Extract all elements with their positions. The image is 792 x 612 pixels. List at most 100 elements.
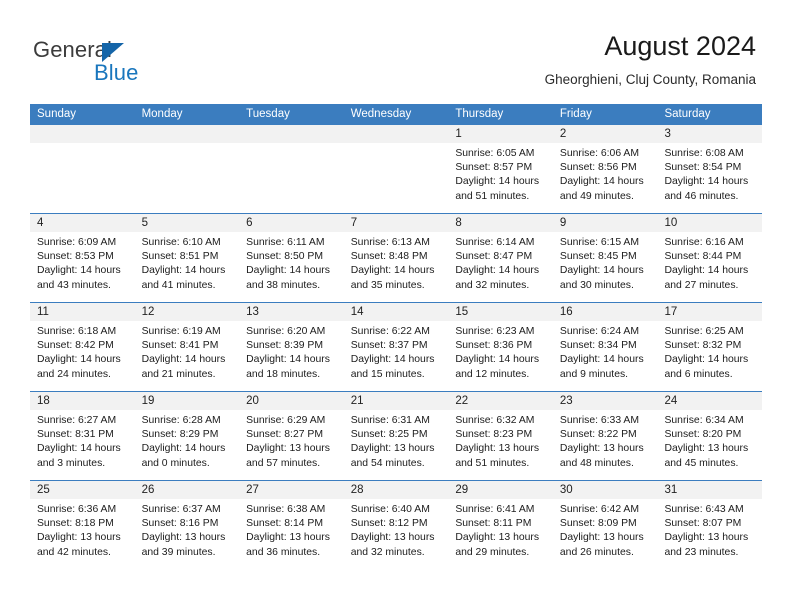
day-cell-27[interactable]: Sunrise: 6:38 AM Sunset: 8:14 PM Daylight:… <box>239 499 344 569</box>
day-detail-line: Sunset: 8:12 PM <box>350 518 428 530</box>
day-number-5[interactable]: 5 <box>135 214 240 232</box>
day-cell-16[interactable]: Sunrise: 6:24 AM Sunset: 8:34 PM Daylight:… <box>553 321 658 391</box>
day-cell-19[interactable]: Sunrise: 6:28 AM Sunset: 8:29 PM Daylight:… <box>135 410 240 480</box>
day-detail-line: Daylight: 13 hours <box>246 443 330 455</box>
day-detail-line: Sunset: 8:42 PM <box>37 340 114 352</box>
day-cell-6[interactable]: Sunrise: 6:11 AM Sunset: 8:50 PM Daylight:… <box>239 232 344 302</box>
day-detail-line: Sunset: 8:29 PM <box>141 429 219 441</box>
day-number-29[interactable]: 29 <box>448 481 553 499</box>
day-number-9[interactable]: 9 <box>553 214 658 232</box>
day-number-20[interactable]: 20 <box>239 392 344 410</box>
day-number-10[interactable]: 10 <box>657 214 762 232</box>
calendar-week-row: 1 2 3 Sunrise: 6:05 AM Sunset: 8:57 PM Daylig… <box>30 125 762 213</box>
day-number-19[interactable]: 19 <box>135 392 240 410</box>
day-detail-line: and 29 minutes. <box>455 546 530 558</box>
day-cell-5[interactable]: Sunrise: 6:10 AM Sunset: 8:51 PM Daylight:… <box>135 232 240 302</box>
day-number-21[interactable]: 21 <box>344 392 449 410</box>
day-number-15[interactable]: 15 <box>448 303 553 321</box>
day-detail-line: and 12 minutes. <box>455 368 530 380</box>
day-cell-9[interactable]: Sunrise: 6:15 AM Sunset: 8:45 PM Daylight:… <box>553 232 658 302</box>
day-number-24[interactable]: 24 <box>657 392 762 410</box>
day-number-18[interactable]: 18 <box>30 392 135 410</box>
day-cell-28[interactable]: Sunrise: 6:40 AM Sunset: 8:12 PM Daylight:… <box>344 499 449 569</box>
day-detail-line: Sunrise: 6:23 AM <box>455 326 535 337</box>
calendar-weeks: 1 2 3 Sunrise: 6:05 AM Sunset: 8:57 PM Daylig… <box>30 125 762 569</box>
day-number-23[interactable]: 23 <box>553 392 658 410</box>
day-detail-line: and 38 minutes. <box>246 279 321 291</box>
day-detail-line: and 36 minutes. <box>246 546 321 558</box>
day-detail-line: Sunset: 8:47 PM <box>455 251 533 263</box>
day-cell-1[interactable]: Sunrise: 6:05 AM Sunset: 8:57 PM Daylight:… <box>448 143 553 213</box>
day-detail-line: Sunset: 8:20 PM <box>664 429 742 441</box>
day-detail-line: Daylight: 14 hours <box>559 354 644 366</box>
week-daynumber-band: 18 19 20 21 22 23 24 <box>30 392 762 410</box>
day-number-3[interactable]: 3 <box>657 125 762 143</box>
day-cell-15[interactable]: Sunrise: 6:23 AM Sunset: 8:36 PM Daylight:… <box>448 321 553 391</box>
day-cell-20[interactable]: Sunrise: 6:29 AM Sunset: 8:27 PM Daylight:… <box>239 410 344 480</box>
day-cell-3[interactable]: Sunrise: 6:08 AM Sunset: 8:54 PM Daylight:… <box>657 143 762 213</box>
day-number-empty <box>135 125 240 143</box>
day-cell-7[interactable]: Sunrise: 6:13 AM Sunset: 8:48 PM Daylight:… <box>344 232 449 302</box>
day-detail-line: Sunset: 8:39 PM <box>246 340 323 352</box>
day-number-7[interactable]: 7 <box>344 214 449 232</box>
day-detail-line: Sunrise: 6:41 AM <box>455 504 535 515</box>
general-blue-logo[interactable]: General Blue <box>33 37 213 85</box>
day-detail-line: Sunrise: 6:42 AM <box>559 504 640 515</box>
day-number-17[interactable]: 17 <box>657 303 762 321</box>
day-detail-line: Sunrise: 6:40 AM <box>350 504 430 515</box>
day-cell-4[interactable]: Sunrise: 6:09 AM Sunset: 8:53 PM Daylight:… <box>30 232 135 302</box>
day-number-30[interactable]: 30 <box>553 481 658 499</box>
weekday-header-wednesday: Wednesday <box>350 108 412 120</box>
day-cell-31[interactable]: Sunrise: 6:43 AM Sunset: 8:07 PM Daylight:… <box>657 499 762 569</box>
day-cell-empty <box>30 143 135 213</box>
day-detail-line: Daylight: 14 hours <box>455 265 540 277</box>
day-cell-22[interactable]: Sunrise: 6:32 AM Sunset: 8:23 PM Daylight:… <box>448 410 553 480</box>
day-detail-line: and 46 minutes. <box>664 190 739 202</box>
day-cell-14[interactable]: Sunrise: 6:22 AM Sunset: 8:37 PM Daylight:… <box>344 321 449 391</box>
day-number-31[interactable]: 31 <box>657 481 762 499</box>
day-number-11[interactable]: 11 <box>30 303 135 321</box>
week-content-row: Sunrise: 6:18 AM Sunset: 8:42 PM Daylight:… <box>30 321 762 391</box>
day-number-8[interactable]: 8 <box>448 214 553 232</box>
day-detail-line: Daylight: 14 hours <box>37 265 121 277</box>
day-number-14[interactable]: 14 <box>344 303 449 321</box>
day-number-26[interactable]: 26 <box>135 481 240 499</box>
day-detail-line: and 0 minutes. <box>141 457 210 469</box>
day-number-12[interactable]: 12 <box>135 303 240 321</box>
week-daynumber-band: 123 <box>30 125 762 143</box>
day-cell-11[interactable]: Sunrise: 6:18 AM Sunset: 8:42 PM Daylight:… <box>30 321 135 391</box>
day-number-28[interactable]: 28 <box>344 481 449 499</box>
day-number-22[interactable]: 22 <box>448 392 553 410</box>
day-cell-26[interactable]: Sunrise: 6:37 AM Sunset: 8:16 PM Daylight:… <box>135 499 240 569</box>
day-cell-13[interactable]: Sunrise: 6:20 AM Sunset: 8:39 PM Daylight:… <box>239 321 344 391</box>
day-number-2[interactable]: 2 <box>553 125 658 143</box>
day-cell-30[interactable]: Sunrise: 6:42 AM Sunset: 8:09 PM Daylight:… <box>553 499 658 569</box>
day-cell-12[interactable]: Sunrise: 6:19 AM Sunset: 8:41 PM Daylight:… <box>135 321 240 391</box>
day-cell-23[interactable]: Sunrise: 6:33 AM Sunset: 8:22 PM Daylight:… <box>553 410 658 480</box>
day-detail-line: and 48 minutes. <box>559 457 634 469</box>
day-cell-8[interactable]: Sunrise: 6:14 AM Sunset: 8:47 PM Daylight:… <box>448 232 553 302</box>
day-cell-18[interactable]: Sunrise: 6:27 AM Sunset: 8:31 PM Daylight:… <box>30 410 135 480</box>
day-detail-line: Daylight: 13 hours <box>664 443 749 455</box>
day-cell-29[interactable]: Sunrise: 6:41 AM Sunset: 8:11 PM Daylight:… <box>448 499 553 569</box>
day-number-6[interactable]: 6 <box>239 214 344 232</box>
day-cell-2[interactable]: Sunrise: 6:06 AM Sunset: 8:56 PM Daylight:… <box>553 143 658 213</box>
day-detail-line: and 39 minutes. <box>141 546 216 558</box>
day-number-25[interactable]: 25 <box>30 481 135 499</box>
day-cell-17[interactable]: Sunrise: 6:25 AM Sunset: 8:32 PM Daylight:… <box>657 321 762 391</box>
day-number-16[interactable]: 16 <box>553 303 658 321</box>
day-number-27[interactable]: 27 <box>239 481 344 499</box>
day-detail-line: Sunrise: 6:32 AM <box>455 415 535 426</box>
day-number-1[interactable]: 1 <box>448 125 553 143</box>
day-detail-line: and 32 minutes. <box>455 279 530 291</box>
day-number-4[interactable]: 4 <box>30 214 135 232</box>
day-cell-24[interactable]: Sunrise: 6:34 AM Sunset: 8:20 PM Daylight:… <box>657 410 762 480</box>
day-cell-10[interactable]: Sunrise: 6:16 AM Sunset: 8:44 PM Daylight:… <box>657 232 762 302</box>
day-cell-25[interactable]: Sunrise: 6:36 AM Sunset: 8:18 PM Daylight:… <box>30 499 135 569</box>
day-number-13[interactable]: 13 <box>239 303 344 321</box>
day-detail-line: Sunrise: 6:11 AM <box>246 237 325 248</box>
day-cell-21[interactable]: Sunrise: 6:31 AM Sunset: 8:25 PM Daylight:… <box>344 410 449 480</box>
day-detail-line: Daylight: 14 hours <box>559 265 644 277</box>
day-detail-line: Daylight: 14 hours <box>455 354 540 366</box>
day-cell-empty <box>135 143 240 213</box>
